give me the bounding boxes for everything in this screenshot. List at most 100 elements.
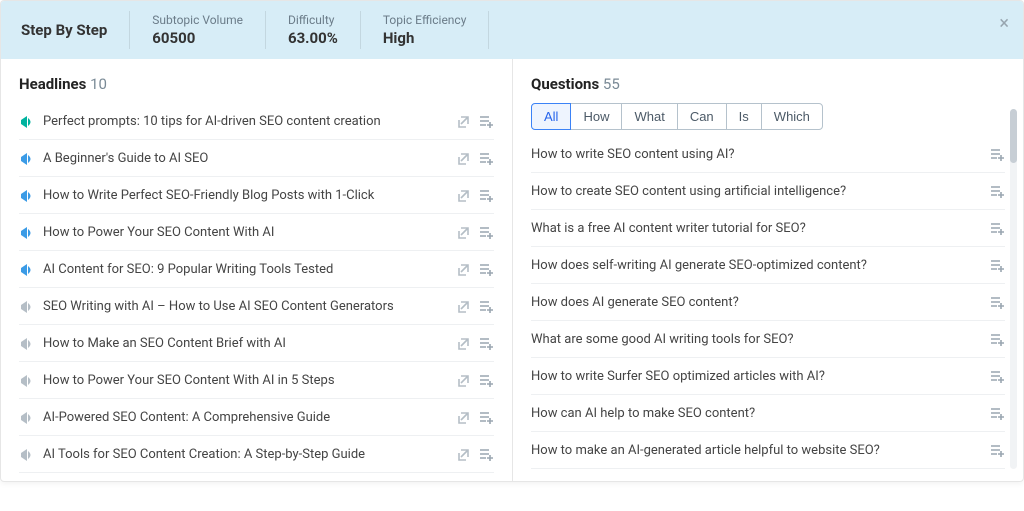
add-to-list-icon[interactable] bbox=[478, 335, 494, 351]
metric-value: 63.00% bbox=[288, 29, 338, 47]
headline-row[interactable]: Perfect prompts: 10 tips for AI-driven S… bbox=[19, 103, 494, 140]
megaphone-icon bbox=[19, 336, 35, 351]
question-row[interactable]: What are some good AI writing tools for … bbox=[531, 321, 1005, 358]
topic-title: Step By Step bbox=[19, 11, 130, 49]
headline-text: Perfect prompts: 10 tips for AI-driven S… bbox=[43, 114, 444, 129]
metric-label: Difficulty bbox=[288, 13, 338, 27]
add-to-list-icon[interactable] bbox=[478, 446, 494, 462]
question-text: How does AI generate SEO content? bbox=[531, 295, 981, 310]
question-text: How to write SEO content using AI? bbox=[531, 147, 981, 162]
add-to-list-icon[interactable] bbox=[989, 368, 1005, 384]
question-row[interactable]: How does self-writing AI generate SEO-op… bbox=[531, 247, 1005, 284]
external-link-icon[interactable] bbox=[456, 410, 470, 424]
questions-header: Questions 55 bbox=[531, 75, 1005, 93]
headlines-count: 10 bbox=[90, 75, 107, 93]
add-to-list-icon[interactable] bbox=[989, 442, 1005, 458]
question-text: How does self-writing AI generate SEO-op… bbox=[531, 258, 981, 273]
questions-panel: Questions 55 AllHowWhatCanIsWhich How to… bbox=[512, 59, 1023, 481]
external-link-icon[interactable] bbox=[456, 262, 470, 276]
external-link-icon[interactable] bbox=[456, 299, 470, 313]
megaphone-icon bbox=[19, 114, 35, 129]
external-link-icon[interactable] bbox=[456, 336, 470, 350]
headline-text: How to Write Perfect SEO-Friendly Blog P… bbox=[43, 188, 444, 203]
headline-row[interactable]: How to Make an SEO Content Brief with AI bbox=[19, 325, 494, 362]
add-to-list-icon[interactable] bbox=[478, 113, 494, 129]
headline-row[interactable]: AI Tools for SEO Content Creation: A Ste… bbox=[19, 436, 494, 473]
topic-card: Step By Step Subtopic Volume 60500 Diffi… bbox=[0, 0, 1024, 482]
headline-text: How to Make an SEO Content Brief with AI bbox=[43, 336, 444, 351]
questions-list: How to write SEO content using AI? How to… bbox=[531, 136, 1005, 469]
add-to-list-icon[interactable] bbox=[989, 220, 1005, 236]
scrollbar[interactable] bbox=[1010, 109, 1017, 469]
headline-text: AI Tools for SEO Content Creation: A Ste… bbox=[43, 447, 444, 462]
headline-text: SEO Writing with AI – How to Use AI SEO … bbox=[43, 299, 444, 314]
question-row[interactable]: How to write Surfer SEO optimized articl… bbox=[531, 358, 1005, 395]
add-to-list-icon[interactable] bbox=[478, 187, 494, 203]
metric-label: Subtopic Volume bbox=[152, 13, 243, 27]
card-header: Step By Step Subtopic Volume 60500 Diffi… bbox=[1, 1, 1023, 59]
metric-subtopic-volume: Subtopic Volume 60500 bbox=[130, 11, 266, 49]
question-row[interactable]: What is a free AI content writer tutoria… bbox=[531, 210, 1005, 247]
filter-what[interactable]: What bbox=[621, 103, 677, 130]
add-to-list-icon[interactable] bbox=[478, 150, 494, 166]
metric-value: 60500 bbox=[152, 29, 243, 47]
add-to-list-icon[interactable] bbox=[478, 409, 494, 425]
megaphone-icon bbox=[19, 188, 35, 203]
metric-value: High bbox=[383, 29, 467, 47]
question-row[interactable]: How to create SEO content using artifici… bbox=[531, 173, 1005, 210]
question-text: What is a free AI content writer tutoria… bbox=[531, 221, 981, 236]
external-link-icon[interactable] bbox=[456, 151, 470, 165]
add-to-list-icon[interactable] bbox=[989, 183, 1005, 199]
question-row[interactable]: How can AI help to make SEO content? bbox=[531, 395, 1005, 432]
metric-topic-efficiency: Topic Efficiency High bbox=[361, 11, 490, 49]
close-icon[interactable]: × bbox=[999, 15, 1009, 33]
add-to-list-icon[interactable] bbox=[478, 224, 494, 240]
external-link-icon[interactable] bbox=[456, 114, 470, 128]
headline-row[interactable]: SEO Writing with AI – How to Use AI SEO … bbox=[19, 288, 494, 325]
question-text: What are some good AI writing tools for … bbox=[531, 332, 981, 347]
add-to-list-icon[interactable] bbox=[989, 331, 1005, 347]
filter-can[interactable]: Can bbox=[677, 103, 727, 130]
external-link-icon[interactable] bbox=[456, 225, 470, 239]
question-row[interactable]: How to write SEO content using AI? bbox=[531, 136, 1005, 173]
external-link-icon[interactable] bbox=[456, 188, 470, 202]
megaphone-icon bbox=[19, 373, 35, 388]
add-to-list-icon[interactable] bbox=[478, 372, 494, 388]
headline-row[interactable]: How to Power Your SEO Content With AI bbox=[19, 214, 494, 251]
headline-row[interactable]: How to Power Your SEO Content With AI in… bbox=[19, 362, 494, 399]
headline-row[interactable]: AI-Powered SEO Content: A Comprehensive … bbox=[19, 399, 494, 436]
add-to-list-icon[interactable] bbox=[989, 405, 1005, 421]
megaphone-icon bbox=[19, 262, 35, 277]
add-to-list-icon[interactable] bbox=[478, 298, 494, 314]
megaphone-icon bbox=[19, 447, 35, 462]
question-text: How to write Surfer SEO optimized articl… bbox=[531, 369, 981, 384]
megaphone-icon bbox=[19, 151, 35, 166]
headline-row[interactable]: How to Write Perfect SEO-Friendly Blog P… bbox=[19, 177, 494, 214]
add-to-list-icon[interactable] bbox=[989, 257, 1005, 273]
add-to-list-icon[interactable] bbox=[989, 146, 1005, 162]
external-link-icon[interactable] bbox=[456, 373, 470, 387]
question-text: How can AI help to make SEO content? bbox=[531, 406, 981, 421]
filter-which[interactable]: Which bbox=[761, 103, 823, 130]
filter-all[interactable]: All bbox=[531, 103, 571, 130]
question-filter-group: AllHowWhatCanIsWhich bbox=[531, 103, 1005, 130]
question-row[interactable]: How does AI generate SEO content? bbox=[531, 284, 1005, 321]
megaphone-icon bbox=[19, 299, 35, 314]
headline-row[interactable]: AI Content for SEO: 9 Popular Writing To… bbox=[19, 251, 494, 288]
add-to-list-icon[interactable] bbox=[478, 261, 494, 277]
question-row[interactable]: How to make an AI-generated article help… bbox=[531, 432, 1005, 469]
headline-text: AI-Powered SEO Content: A Comprehensive … bbox=[43, 410, 444, 425]
questions-count: 55 bbox=[603, 75, 620, 93]
filter-is[interactable]: Is bbox=[726, 103, 762, 130]
question-text: How to make an AI-generated article help… bbox=[531, 443, 981, 458]
headline-text: A Beginner's Guide to AI SEO bbox=[43, 151, 444, 166]
external-link-icon[interactable] bbox=[456, 447, 470, 461]
headline-text: AI Content for SEO: 9 Popular Writing To… bbox=[43, 262, 444, 277]
questions-title: Questions bbox=[531, 75, 599, 93]
headline-row[interactable]: A Beginner's Guide to AI SEO bbox=[19, 140, 494, 177]
filter-how[interactable]: How bbox=[570, 103, 622, 130]
question-text: How to create SEO content using artifici… bbox=[531, 184, 981, 199]
scrollbar-thumb[interactable] bbox=[1010, 109, 1017, 163]
add-to-list-icon[interactable] bbox=[989, 294, 1005, 310]
headlines-header: Headlines 10 bbox=[19, 75, 494, 93]
